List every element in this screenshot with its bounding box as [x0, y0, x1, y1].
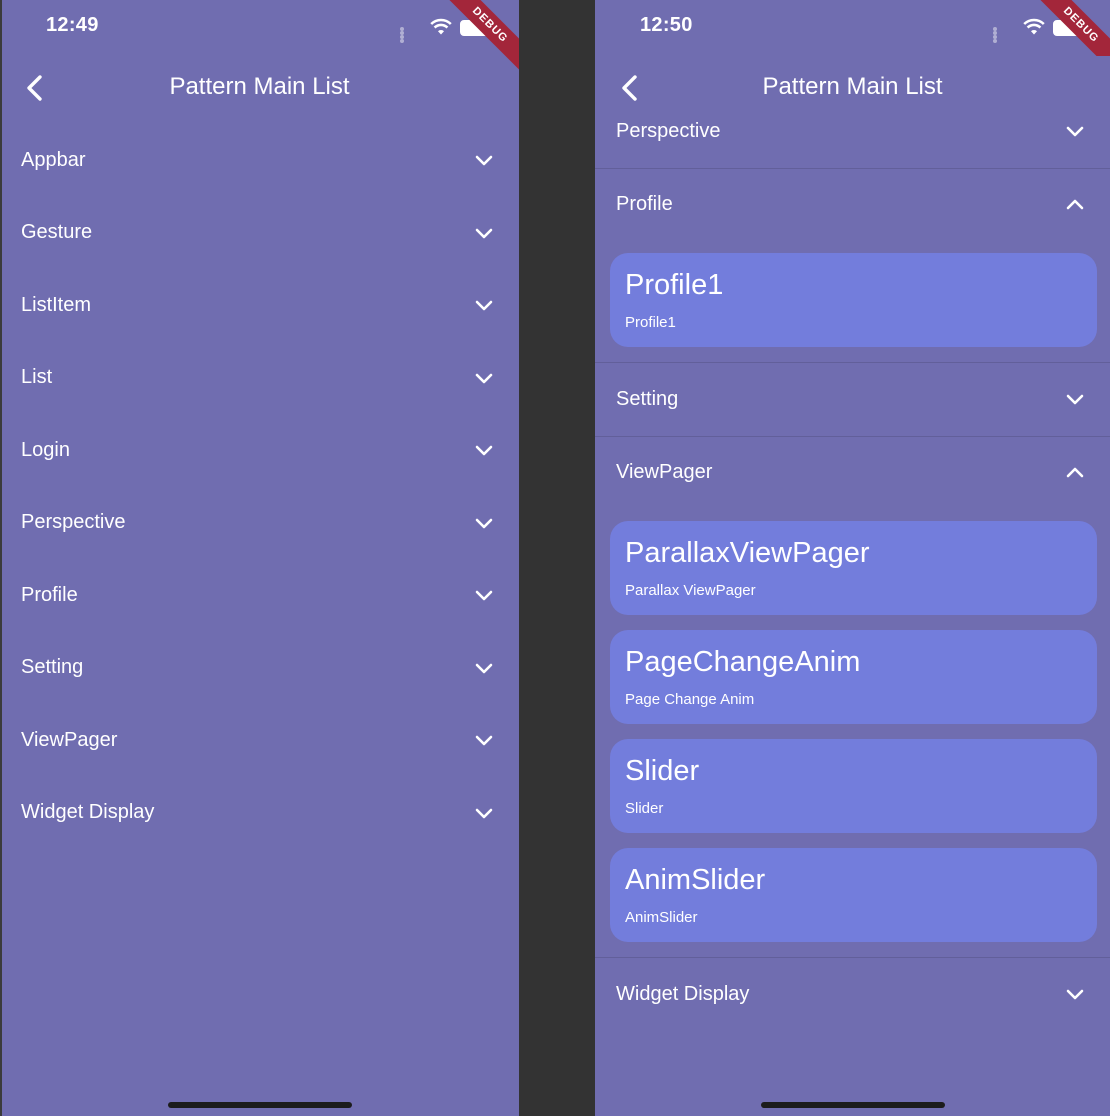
- category-label: List: [21, 366, 53, 389]
- chevron-down-icon: [475, 518, 493, 529]
- home-indicator[interactable]: [761, 1102, 945, 1108]
- category-login[interactable]: Login: [0, 414, 519, 487]
- chevron-down-icon: [475, 735, 493, 746]
- category-label: ListItem: [21, 293, 92, 316]
- category-label: Gesture: [21, 221, 93, 244]
- signal-icon: [400, 27, 406, 43]
- card-subtitle: Parallax ViewPager: [625, 582, 756, 599]
- chevron-up-icon: [1066, 199, 1084, 210]
- app-bar: Pattern Main List: [595, 56, 1110, 101]
- chevron-up-icon: [1066, 467, 1084, 478]
- category-label: ViewPager: [21, 728, 118, 751]
- pattern-card-profile1[interactable]: Profile1 Profile1: [610, 253, 1097, 347]
- category-label: Profile: [21, 583, 78, 606]
- category-label: Setting: [21, 656, 84, 679]
- category-label: Widget Display: [21, 801, 155, 824]
- card-title: ParallaxViewPager: [625, 537, 870, 569]
- status-time: 12:50: [640, 14, 693, 36]
- category-widget-display[interactable]: Widget Display: [0, 777, 519, 850]
- chevron-down-icon: [475, 228, 493, 239]
- category-label: Appbar: [21, 148, 86, 171]
- pattern-card-slider[interactable]: Slider Slider: [610, 739, 1097, 833]
- category-profile[interactable]: Profile: [595, 169, 1110, 242]
- page-title: Pattern Main List: [169, 73, 350, 100]
- category-list[interactable]: List: [0, 342, 519, 415]
- chevron-down-icon: [475, 663, 493, 674]
- card-subtitle: AnimSlider: [625, 909, 698, 926]
- left-phone-screen: 12:49 DEBUG Pattern Main List Appbar Ges…: [0, 0, 519, 1116]
- category-label: ViewPager: [616, 461, 713, 484]
- category-widget-display[interactable]: Widget Display: [595, 958, 1110, 1031]
- chevron-down-icon: [475, 590, 493, 601]
- card-subtitle: Page Change Anim: [625, 691, 755, 708]
- card-subtitle: Slider: [625, 800, 664, 817]
- category-perspective[interactable]: Perspective: [0, 487, 519, 560]
- card-title: Profile1: [625, 269, 724, 301]
- category-list: Appbar Gesture ListItem List Login Persp…: [0, 124, 519, 849]
- card-title: AnimSlider: [625, 864, 766, 896]
- status-time: 12:49: [46, 14, 99, 36]
- category-perspective[interactable]: Perspective: [595, 95, 1110, 168]
- category-label: Perspective: [21, 511, 126, 534]
- category-viewpager[interactable]: ViewPager: [595, 437, 1110, 510]
- chevron-down-icon: [475, 808, 493, 819]
- page-title: Pattern Main List: [762, 73, 943, 100]
- category-appbar[interactable]: Appbar: [0, 124, 519, 197]
- right-phone-screen: 12:50 DEBUG Perspective Profile Profile1…: [595, 0, 1110, 1116]
- app-bar: Pattern Main List: [0, 56, 519, 120]
- category-label: Profile: [616, 193, 673, 216]
- category-label: Widget Display: [616, 982, 750, 1005]
- category-viewpager[interactable]: ViewPager: [0, 704, 519, 777]
- signal-icon: [993, 27, 999, 43]
- card-title: PageChangeAnim: [625, 646, 861, 678]
- card-subtitle: Profile1: [625, 314, 676, 331]
- pattern-card-parallax-viewpager[interactable]: ParallaxViewPager Parallax ViewPager: [610, 521, 1097, 615]
- chevron-down-icon: [475, 373, 493, 384]
- category-gesture[interactable]: Gesture: [0, 197, 519, 270]
- category-setting[interactable]: Setting: [595, 363, 1110, 436]
- category-list: Perspective Profile Profile1 Profile1 Se…: [595, 95, 1110, 1031]
- card-title: Slider: [625, 755, 700, 787]
- pattern-card-page-change-anim[interactable]: PageChangeAnim Page Change Anim: [610, 630, 1097, 724]
- home-indicator[interactable]: [168, 1102, 352, 1108]
- category-label: Setting: [616, 387, 679, 410]
- chevron-down-icon: [1066, 394, 1084, 405]
- category-profile[interactable]: Profile: [0, 559, 519, 632]
- chevron-down-icon: [475, 155, 493, 166]
- category-listitem[interactable]: ListItem: [0, 269, 519, 342]
- chevron-down-icon: [475, 445, 493, 456]
- category-label: Login: [21, 438, 70, 461]
- category-label: Perspective: [616, 119, 721, 142]
- pattern-card-anim-slider[interactable]: AnimSlider AnimSlider: [610, 848, 1097, 942]
- chevron-down-icon: [1066, 126, 1084, 137]
- chevron-down-icon: [1066, 989, 1084, 1000]
- chevron-down-icon: [475, 300, 493, 311]
- category-setting[interactable]: Setting: [0, 632, 519, 705]
